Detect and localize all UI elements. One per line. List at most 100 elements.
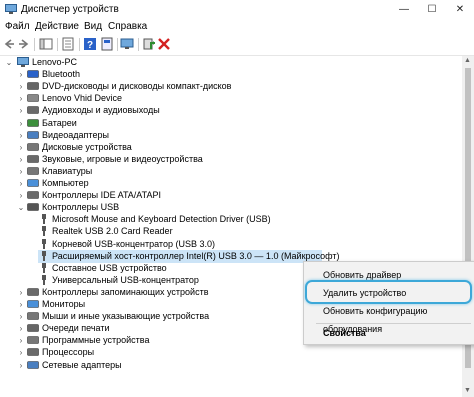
bluetooth-icon bbox=[27, 70, 39, 78]
expand-chevron-icon[interactable]: › bbox=[17, 104, 25, 117]
focus-highlight-ring bbox=[305, 280, 472, 304]
usb-plug-icon bbox=[42, 226, 46, 237]
print-queue-icon bbox=[27, 324, 39, 332]
tree-category-label: Сетевые адаптеры bbox=[42, 359, 122, 370]
expand-chevron-icon[interactable]: › bbox=[17, 153, 25, 166]
tree-device-label: Microsoft Mouse and Keyboard Detection D… bbox=[52, 214, 271, 225]
computer-monitor-icon[interactable] bbox=[120, 37, 134, 51]
expand-chevron-icon[interactable]: › bbox=[17, 310, 25, 323]
tree-category-row[interactable]: › Дисковые устройства bbox=[0, 141, 462, 154]
properties-icon[interactable] bbox=[61, 37, 75, 51]
tree-category-row[interactable]: › DVD-дисководы и дисководы компакт-диско… bbox=[0, 80, 462, 93]
close-button[interactable]: ✕ bbox=[446, 0, 474, 20]
usb-plug-icon bbox=[42, 262, 46, 273]
tree-category-label: Мониторы bbox=[42, 299, 86, 309]
tree-category-row[interactable]: › Батареи bbox=[0, 117, 462, 130]
disk-drive-icon bbox=[27, 142, 39, 151]
expand-chevron-icon[interactable]: › bbox=[17, 177, 25, 190]
battery-icon bbox=[27, 118, 39, 127]
processor-icon bbox=[27, 348, 39, 357]
tree-category-row[interactable]: ⌄ Контроллеры USB bbox=[0, 201, 462, 214]
maximize-button[interactable]: ☐ bbox=[418, 0, 446, 20]
tree-category-row[interactable]: › Сетевые адаптеры bbox=[0, 359, 462, 372]
expand-chevron-icon[interactable]: › bbox=[17, 298, 25, 311]
scroll-down-icon[interactable]: ▼ bbox=[464, 387, 471, 394]
usb-plug-icon bbox=[42, 274, 46, 285]
tree-device-row[interactable]: Корневой USB-концентратор (USB 3.0) bbox=[38, 238, 462, 251]
expand-chevron-icon[interactable]: › bbox=[17, 129, 25, 142]
collapse-chevron-icon[interactable]: ⌄ bbox=[17, 201, 25, 214]
menu-file[interactable]: Файл bbox=[5, 21, 30, 32]
expand-chevron-icon[interactable]: › bbox=[17, 359, 25, 372]
forward-arrow-icon[interactable] bbox=[17, 37, 31, 51]
tree-category-row[interactable]: › Контроллеры IDE ATA/ATAPI bbox=[0, 189, 462, 202]
expand-chevron-icon[interactable]: › bbox=[17, 92, 25, 105]
tree-category-row[interactable]: › Видеоадаптеры bbox=[0, 129, 462, 142]
tree-category-row[interactable]: › Аудиовходы и аудиовыходы bbox=[0, 104, 462, 117]
collapse-chevron-icon[interactable]: ⌄ bbox=[5, 56, 13, 69]
expand-chevron-icon[interactable]: › bbox=[17, 334, 25, 347]
svg-text:?: ? bbox=[87, 40, 93, 51]
tree-category-row[interactable]: › Звуковые, игровые и видеоустройства bbox=[0, 153, 462, 166]
properties-label: Свойства bbox=[323, 328, 366, 338]
tree-category-label: Контроллеры запоминающих устройств bbox=[42, 286, 209, 297]
tree-category-label: Мыши и иные указывающие устройства bbox=[42, 311, 210, 322]
tree-device-label: Составное USB устройство bbox=[52, 262, 167, 273]
dvd-drive-icon bbox=[27, 82, 39, 90]
minimize-button[interactable]: — bbox=[390, 0, 418, 20]
tree-device-label: Корневой USB-концентратор (USB 3.0) bbox=[52, 238, 215, 249]
tree-device-label: Realtek USB 2.0 Card Reader bbox=[52, 226, 173, 237]
tree-category-row[interactable]: › Lenovo Vhid Device bbox=[0, 92, 462, 105]
expand-chevron-icon[interactable]: › bbox=[17, 189, 25, 202]
vertical-scrollbar[interactable]: ▲ ▼ bbox=[462, 56, 474, 397]
expand-chevron-icon[interactable]: › bbox=[17, 68, 25, 81]
ide-controller-icon bbox=[27, 191, 39, 199]
menu-view[interactable]: Вид bbox=[84, 21, 102, 32]
tree-device-row[interactable]: Realtek USB 2.0 Card Reader bbox=[38, 225, 462, 238]
properties-sheet-icon[interactable] bbox=[100, 37, 114, 51]
back-arrow-icon[interactable] bbox=[2, 37, 16, 51]
lenovo-device-icon bbox=[27, 94, 39, 103]
expand-chevron-icon[interactable]: › bbox=[17, 322, 25, 335]
audio-icon bbox=[27, 106, 39, 115]
scan-hardware-menu-item[interactable]: Обновить конфигурацию оборудования bbox=[304, 302, 474, 334]
toolbar: ? bbox=[0, 35, 474, 56]
tree-category-row[interactable]: › Bluetooth bbox=[0, 68, 462, 81]
tree-category-row[interactable]: › Клавиатуры bbox=[0, 165, 462, 178]
tree-category-label: Программные устройства bbox=[42, 335, 150, 346]
storage-controller-icon bbox=[27, 288, 39, 296]
uninstall-device-icon[interactable] bbox=[157, 37, 171, 51]
menu-help[interactable]: Справка bbox=[108, 21, 147, 32]
show-hide-console-tree-icon[interactable] bbox=[39, 37, 53, 51]
help-icon[interactable]: ? bbox=[83, 37, 97, 51]
update-driver-icon[interactable] bbox=[142, 37, 156, 51]
device-manager-app-icon bbox=[5, 4, 17, 14]
tree-root[interactable]: ⌄ Lenovo-PC bbox=[0, 56, 462, 69]
tree-category-label: DVD-дисководы и дисководы компакт-дисков bbox=[42, 81, 232, 92]
menu-action[interactable]: Действие bbox=[35, 21, 79, 32]
usb-plug-icon bbox=[42, 214, 46, 225]
properties-menu-item[interactable]: Свойства bbox=[304, 324, 474, 342]
tree-category-row[interactable]: › Процессоры bbox=[0, 346, 462, 359]
tree-category-label: Контроллеры IDE ATA/ATAPI bbox=[42, 190, 161, 201]
usb-controller-icon bbox=[27, 203, 39, 211]
tree-device-row[interactable]: Microsoft Mouse and Keyboard Detection D… bbox=[38, 213, 462, 226]
tree-category-label: Видеоадаптеры bbox=[42, 129, 109, 140]
expand-chevron-icon[interactable]: › bbox=[17, 286, 25, 299]
tree-category-label: Очереди печати bbox=[42, 323, 110, 334]
expand-chevron-icon[interactable]: › bbox=[17, 165, 25, 178]
sound-icon bbox=[27, 154, 39, 163]
device-tree: ⌄ Lenovo-PC › Bluetooth › DVD-дисководы и д… bbox=[0, 56, 462, 397]
tree-device-row-selected[interactable]: Расширяемый хост-контроллер Intel(R) USB… bbox=[38, 249, 339, 263]
expand-chevron-icon[interactable]: › bbox=[17, 80, 25, 93]
tree-category-label: Звуковые, игровые и видеоустройства bbox=[42, 153, 203, 164]
expand-chevron-icon[interactable]: › bbox=[17, 141, 25, 154]
expand-chevron-icon[interactable]: › bbox=[17, 117, 25, 130]
usb-plug-icon bbox=[42, 238, 46, 249]
tree-category-row[interactable]: › Компьютер bbox=[0, 177, 462, 190]
expand-chevron-icon[interactable]: › bbox=[17, 346, 25, 359]
tree-category-label: Клавиатуры bbox=[42, 165, 93, 176]
computer-icon bbox=[17, 57, 29, 67]
mouse-icon bbox=[27, 312, 39, 320]
scroll-up-icon[interactable]: ▲ bbox=[464, 57, 471, 64]
